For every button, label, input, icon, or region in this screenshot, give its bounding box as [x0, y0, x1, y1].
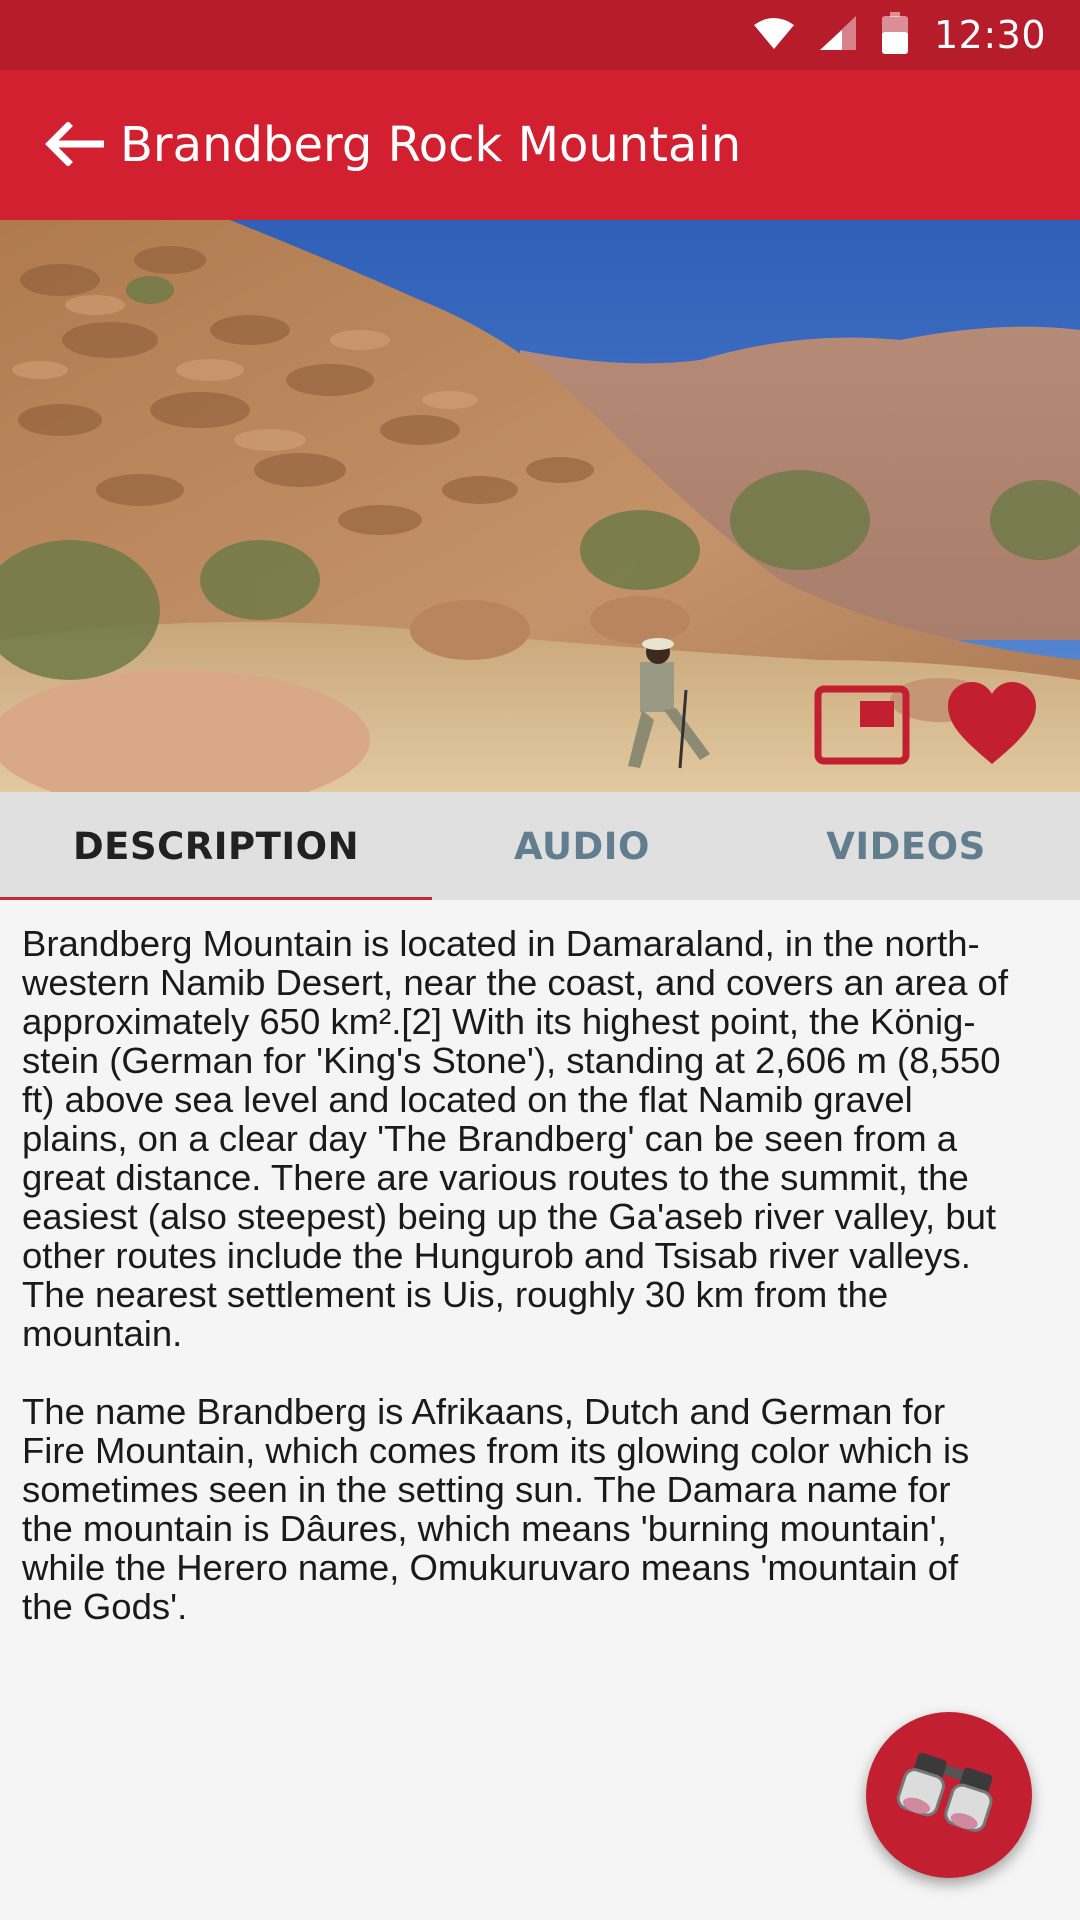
binoculars-fab[interactable] [866, 1712, 1032, 1878]
description-content: Brandberg Mountain is located in Damaral… [22, 924, 1062, 1665]
heart-icon [946, 682, 1038, 766]
status-bar: 12:30 [0, 0, 1080, 70]
tab-videos[interactable]: VIDEOS [732, 792, 1080, 900]
status-icons: 12:30 [753, 0, 1046, 70]
hero-image [0, 220, 1080, 792]
wifi-icon [753, 17, 794, 53]
back-button[interactable] [32, 104, 116, 188]
battery-icon [881, 12, 908, 58]
favorite-button[interactable] [942, 674, 1042, 774]
description-paragraph: Brandberg Mountain is located in Damaral… [22, 923, 1008, 1354]
description-paragraph: The name Brandberg is Afrikaans, Dutch a… [22, 1391, 970, 1627]
landscape-photo [0, 220, 1080, 792]
screen: 12:30 Brandberg Rock Mountain DESCRIPTIO… [0, 0, 1080, 1920]
binoculars-icon [894, 1752, 1004, 1837]
status-time: 12:30 [933, 13, 1046, 57]
cell-signal-icon [819, 16, 856, 54]
tab-bar: DESCRIPTION AUDIO VIDEOS [0, 792, 1080, 900]
arrow-left-icon [44, 121, 106, 170]
tab-indicator [0, 897, 432, 900]
app-bar: Brandberg Rock Mountain [0, 70, 1080, 220]
gallery-icon [814, 685, 910, 765]
tab-description[interactable]: DESCRIPTION [0, 792, 432, 900]
tab-audio[interactable]: AUDIO [432, 792, 732, 900]
gallery-button[interactable] [812, 682, 912, 768]
page-title: Brandberg Rock Mountain [120, 117, 742, 173]
